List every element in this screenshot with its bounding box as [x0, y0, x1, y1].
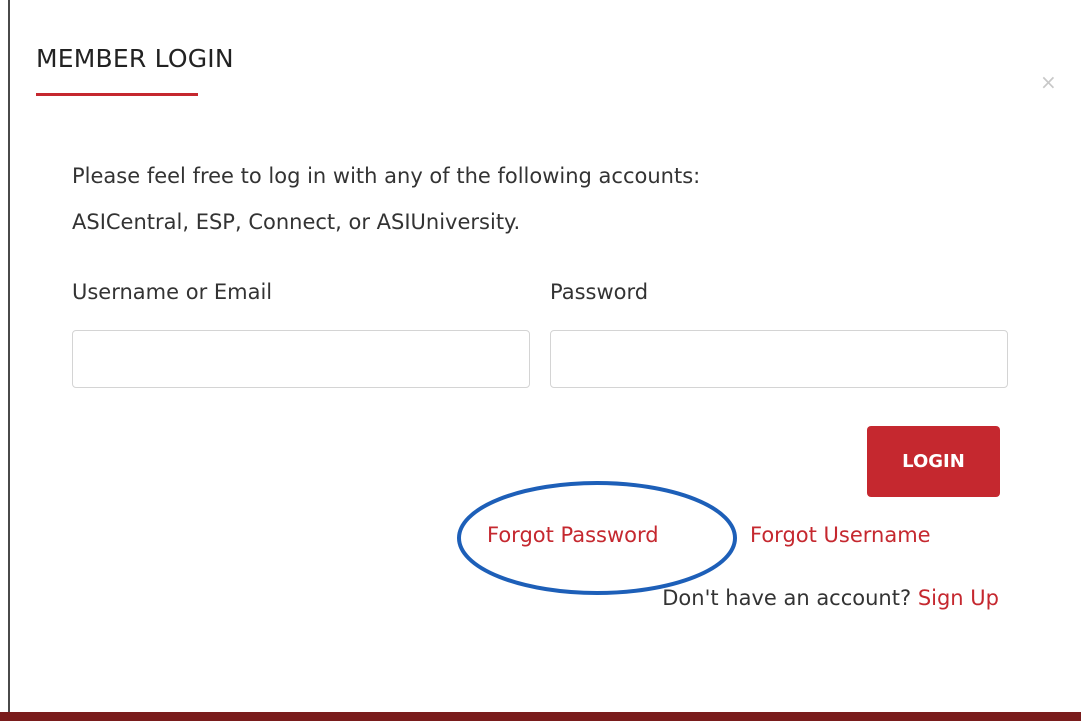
intro-line-2: ASICentral, ESP, Connect, or ASIUniversi…: [72, 210, 521, 234]
title-underline: [36, 93, 198, 96]
username-input[interactable]: [72, 330, 530, 388]
forgot-password-link[interactable]: Forgot Password: [487, 523, 659, 547]
username-label: Username or Email: [72, 280, 273, 304]
login-button[interactable]: LOGIN: [867, 426, 1000, 497]
login-modal: MEMBER LOGIN × Please feel free to log i…: [0, 0, 1081, 721]
modal-title: MEMBER LOGIN: [36, 44, 234, 73]
signup-row: Don't have an account? Sign Up: [662, 586, 999, 610]
forgot-username-link[interactable]: Forgot Username: [750, 523, 931, 547]
intro-line-1: Please feel free to log in with any of t…: [72, 164, 701, 188]
bottom-bar: [0, 712, 1081, 721]
modal-left-border: [8, 0, 10, 712]
intro-text: Please feel free to log in with any of t…: [72, 153, 962, 245]
no-account-text: Don't have an account?: [662, 586, 912, 610]
password-input[interactable]: [550, 330, 1008, 388]
sign-up-link[interactable]: Sign Up: [918, 586, 999, 610]
password-label: Password: [550, 280, 649, 304]
close-icon[interactable]: ×: [1040, 72, 1057, 92]
